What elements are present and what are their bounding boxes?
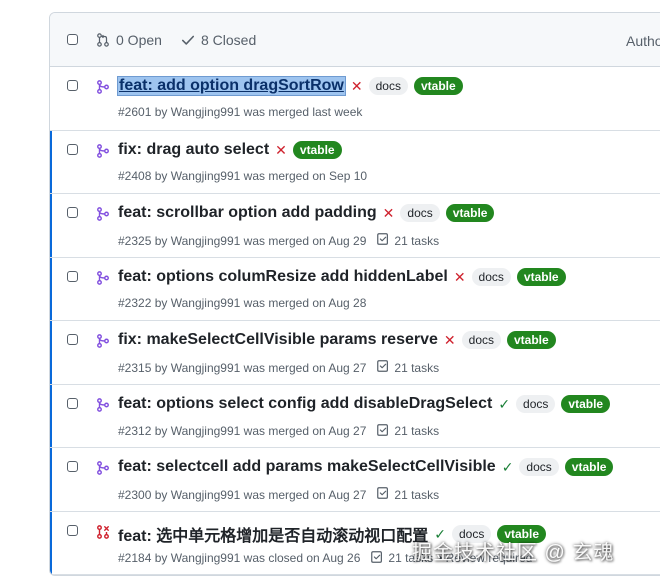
pull-request-rows: feat: add option dragSortRow ✕ docs vtable #… [50,67,660,575]
row-checkbox[interactable] [67,80,78,91]
check-icon [181,33,195,47]
meta-text: #2315 by Wangjing991 was merged on Aug 2… [118,360,367,375]
git-merge-icon [96,461,110,475]
meta-text: #2601 by Wangjing991 was merged last wee… [118,105,363,119]
author-filter[interactable]: Autho [626,33,660,49]
title-line: fix: makeSelectCellVisible params reserv… [118,331,556,349]
row-checkbox[interactable] [67,334,78,345]
pull-request-row[interactable]: feat: selectcell add params makeSelectCe… [50,448,660,512]
label-vtable[interactable]: vtable [292,140,342,159]
checklist-icon [376,423,390,440]
meta-text: #2312 by Wangjing991 was merged on Aug 2… [118,424,367,438]
pull-request-row[interactable]: feat: add option dragSortRow ✕ docs vtable #… [50,67,660,131]
title-line: feat: options select config add disableD… [118,394,611,413]
check-icon[interactable]: ✓ [498,397,510,411]
check-icon[interactable]: ✓ [502,460,514,474]
pull-request-title-link[interactable]: fix: drag auto select [118,141,269,159]
pull-request-title-link[interactable]: feat: options columResize add hiddenLabe… [118,268,448,286]
pull-request-row[interactable]: fix: makeSelectCellVisible params reserv… [50,321,660,385]
label-vtable[interactable]: vtable [413,77,463,95]
checklist-icon [376,486,390,503]
pull-request-title-link[interactable]: feat: scrollbar option add padding [118,204,377,222]
git-merge-icon [96,397,110,412]
label-docs[interactable]: docs [516,394,556,413]
meta-text: #2300 by Wangjing991 was merged on Aug 2… [118,487,367,502]
label-vtable[interactable]: vtable [561,394,611,413]
pull-request-row[interactable]: feat: options select config add disableD… [50,385,660,448]
pull-request-title-link[interactable]: feat: add option dragSortRow [117,76,346,96]
title-line: feat: scrollbar option add padding ✕ docs v… [118,204,495,222]
checklist-icon [370,550,384,567]
pull-request-meta: #2325 by Wangjing991 was merged on Aug 2… [118,232,439,249]
x-icon[interactable]: ✕ [454,270,466,284]
open-count-label: 0 Open [116,32,162,48]
watermark: 掘金技术社区 @ 玄魂 [412,542,615,564]
select-all-checkbox[interactable] [67,34,78,45]
pull-request-title-link[interactable]: feat: options select config add disableD… [118,395,492,413]
tasks-count: 21 tasks [394,233,440,248]
checklist-icon [376,359,390,376]
closed-filter[interactable]: 8 Closed [181,32,256,48]
title-line: feat: selectcell add params makeSelectCe… [118,458,614,476]
pull-request-row[interactable]: feat: scrollbar option add padding ✕ docs v… [50,194,660,258]
row-checkbox[interactable] [67,397,78,409]
pull-request-title-link[interactable]: feat: selectcell add params makeSelectCe… [118,458,496,476]
label-docs[interactable]: docs [471,267,511,286]
row-checkbox[interactable] [67,143,78,155]
label-vtable[interactable]: vtable [564,458,614,476]
label-vtable[interactable]: vtable [445,204,495,222]
git-merge-icon [96,80,110,94]
row-checkbox[interactable] [67,524,78,536]
label-docs[interactable]: docs [461,331,501,349]
tasks-progress[interactable]: 21 tasks [376,359,439,376]
pull-request-meta: #2322 by Wangjing991 was merged on Aug 2… [118,296,366,310]
tasks-progress[interactable]: 21 tasks [376,486,439,503]
git-pull-request-closed-icon [96,524,110,539]
pull-request-list: 0 Open 8 Closed Autho feat: add option d… [49,12,660,576]
row-checkbox[interactable] [67,207,78,218]
git-merge-icon [96,270,110,285]
list-header: 0 Open 8 Closed Autho [50,13,660,67]
label-docs[interactable]: docs [368,77,408,95]
open-filter[interactable]: 0 Open [96,32,162,48]
x-icon[interactable]: ✕ [383,206,395,220]
pull-request-meta: #2601 by Wangjing991 was merged last wee… [118,105,362,119]
x-icon[interactable]: ✕ [351,79,363,93]
pull-request-title-link[interactable]: fix: makeSelectCellVisible params reserv… [118,331,438,349]
x-icon[interactable]: ✕ [275,143,287,157]
title-line: feat: options columResize add hiddenLabe… [118,267,566,286]
meta-text: #2325 by Wangjing991 was merged on Aug 2… [118,233,367,248]
meta-text: #2322 by Wangjing991 was merged on Aug 2… [118,295,367,310]
closed-count-label: 8 Closed [201,32,257,48]
tasks-count: 21 tasks [394,487,440,502]
label-vtable[interactable]: vtable [516,267,566,286]
x-icon[interactable]: ✕ [444,333,456,347]
meta-text: #2408 by Wangjing991 was merged on Sep 1… [118,168,368,183]
pull-request-meta: #2315 by Wangjing991 was merged on Aug 2… [118,359,439,376]
label-docs[interactable]: docs [400,204,440,222]
git-merge-icon [96,143,110,158]
git-merge-icon [96,207,110,221]
tasks-progress[interactable]: 21 tasks [376,423,439,440]
label-docs[interactable]: docs [519,458,559,476]
pull-request-meta: #2408 by Wangjing991 was merged on Sep 1… [118,169,367,183]
tasks-progress[interactable]: 21 tasks [376,232,439,249]
title-line: fix: drag auto select ✕ vtable [118,140,342,159]
pull-request-row[interactable]: feat: options columResize add hiddenLabe… [50,258,660,321]
git-merge-icon [96,334,110,348]
meta-text: #2184 by Wangjing991 was closed on Aug 2… [118,551,361,565]
pull-request-row[interactable]: fix: drag auto select ✕ vtable #2408 by Wan… [50,131,660,194]
title-line: feat: add option dragSortRow ✕ docs vtable [117,76,463,96]
pull-request-meta: #2300 by Wangjing991 was merged on Aug 2… [118,486,439,503]
tasks-count: 21 tasks [394,424,440,438]
pull-request-title-link[interactable]: feat: 选中单元格增加是否自动滚动视口配置 [118,522,428,546]
git-pull-request-icon [96,33,110,47]
tasks-count: 21 tasks [394,360,440,375]
pull-request-meta: #2312 by Wangjing991 was merged on Aug 2… [118,423,439,440]
label-vtable[interactable]: vtable [507,331,556,349]
row-checkbox[interactable] [67,461,78,472]
row-checkbox[interactable] [67,270,78,282]
checklist-icon [376,232,390,249]
